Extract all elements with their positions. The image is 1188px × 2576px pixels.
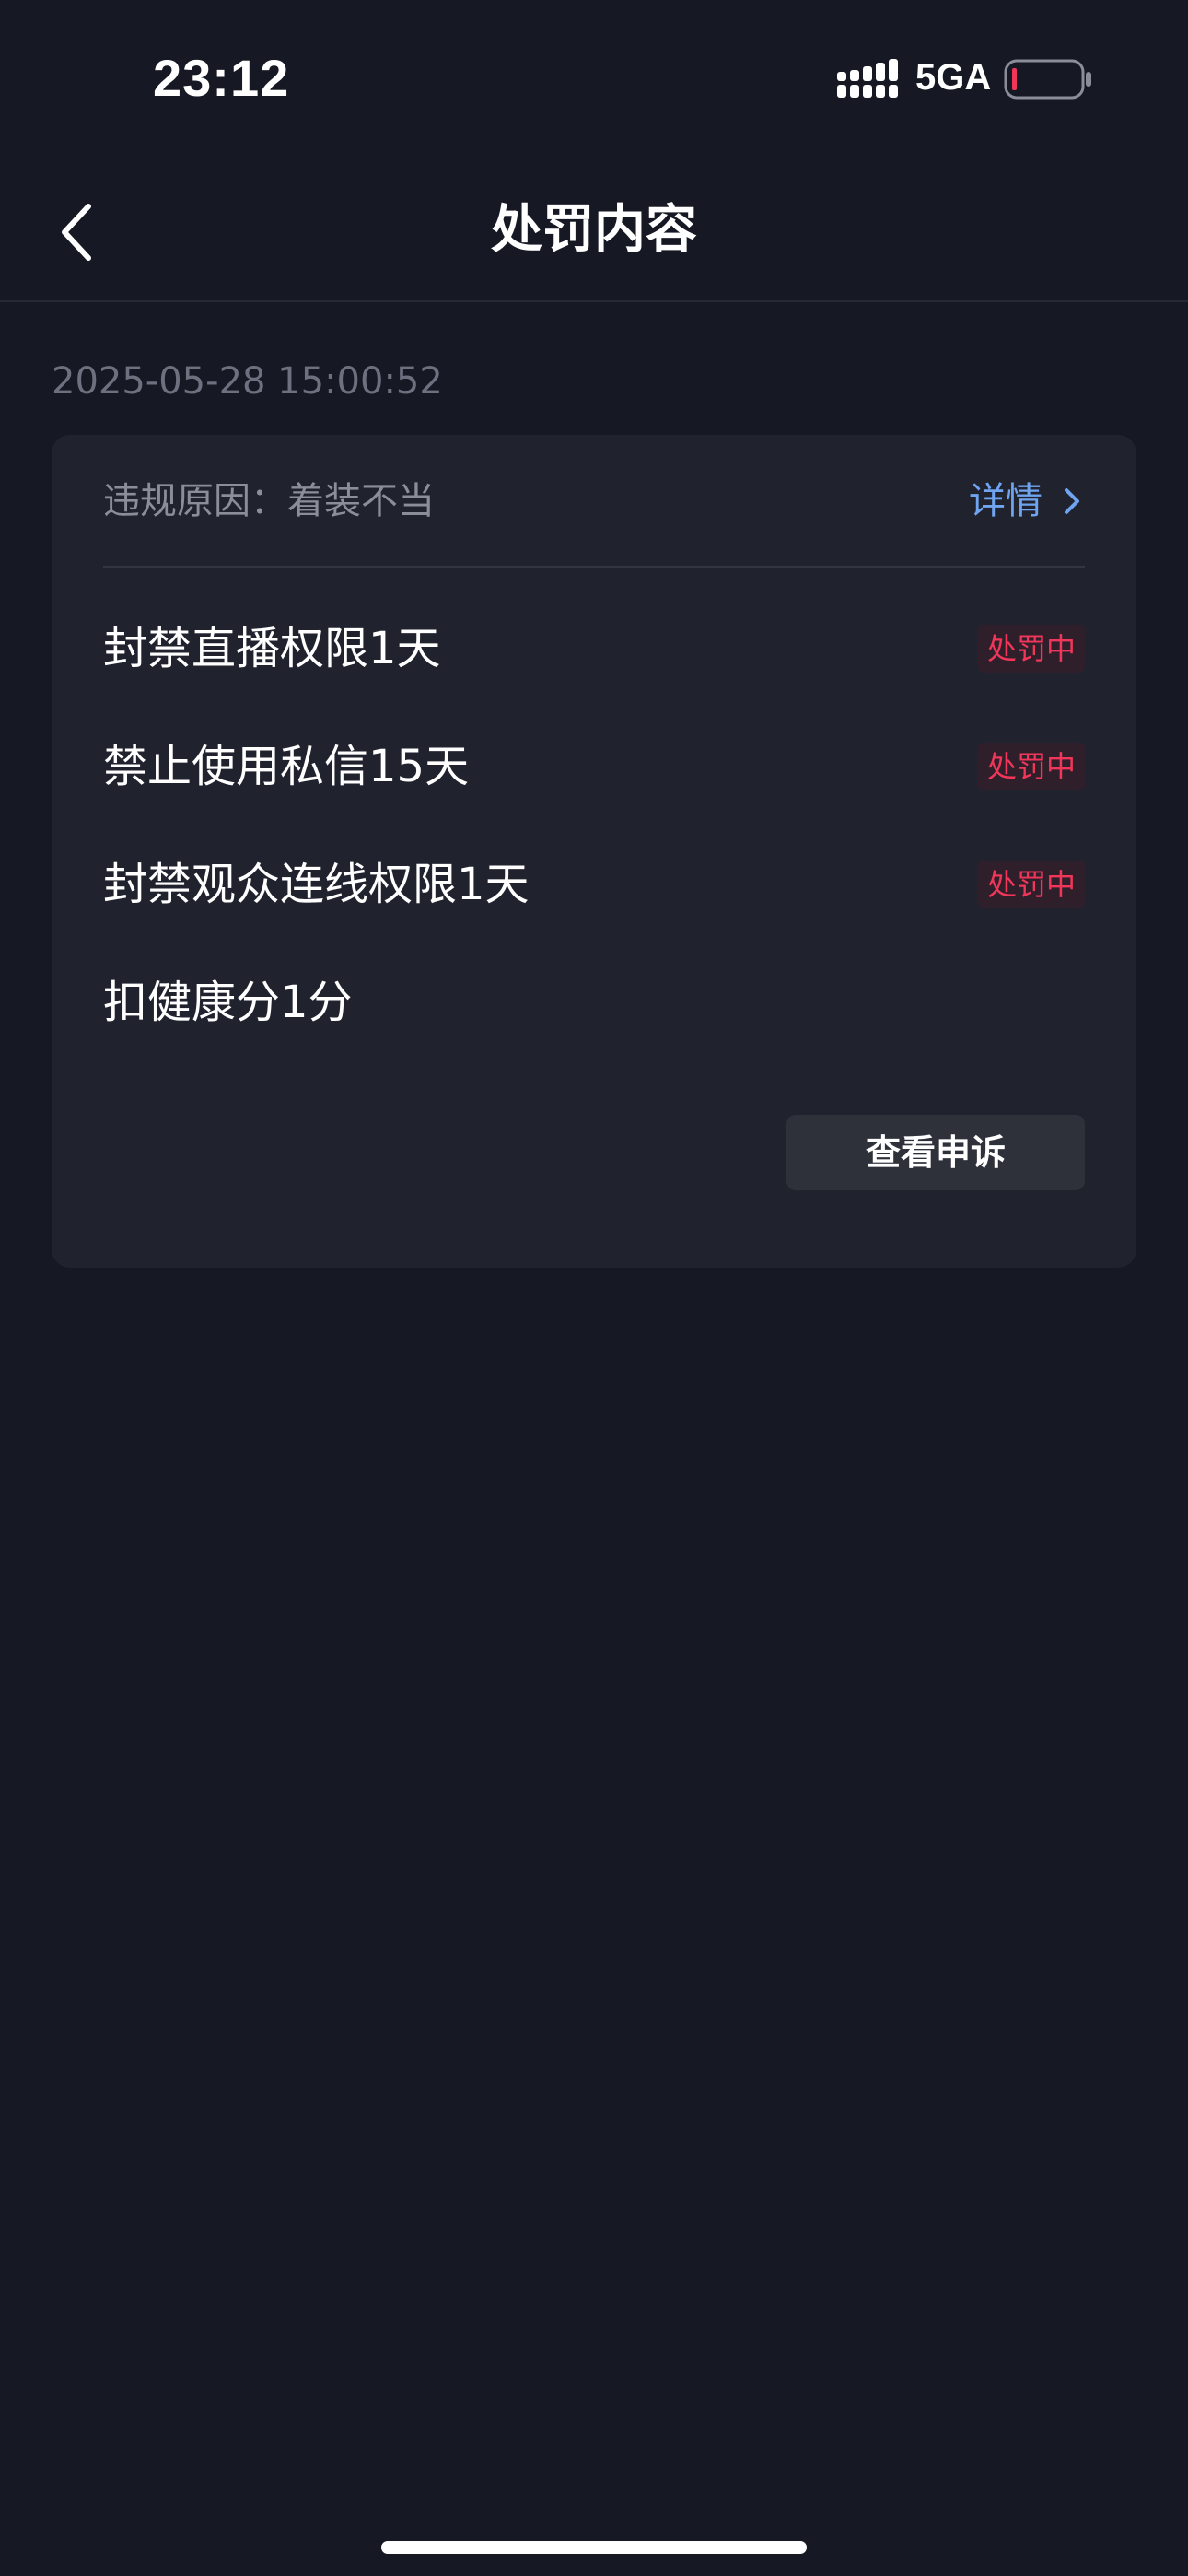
penalty-item: 禁止使用私信15天 处罚中	[103, 730, 1085, 803]
view-appeal-button[interactable]: 查看申诉	[786, 1115, 1085, 1190]
status-time: 23:12	[153, 49, 290, 107]
violation-reason-row: 违规原因：着装不当 详情	[103, 435, 1085, 568]
penalty-label: 扣健康分1分	[103, 977, 353, 1028]
status-bar: 23:12 5GA	[0, 0, 1188, 157]
penalty-status-badge: 处罚中	[977, 743, 1085, 790]
penalty-label: 封禁观众连线权限1天	[103, 859, 530, 910]
penalty-item: 封禁直播权限1天 处罚中	[103, 612, 1085, 685]
penalty-label: 封禁直播权限1天	[103, 623, 441, 674]
detail-label: 详情	[969, 480, 1042, 522]
home-indicator[interactable]	[381, 2541, 807, 2554]
penalty-status-badge: 处罚中	[977, 861, 1085, 908]
battery-low-icon	[1004, 59, 1091, 100]
signal-bars-icon	[837, 59, 898, 98]
chevron-right-icon	[1065, 488, 1079, 514]
nav-bar: 处罚内容	[0, 157, 1188, 302]
violation-reason: 违规原因：着装不当	[103, 480, 435, 522]
penalty-card: 违规原因：着装不当 详情 封禁直播权限1天 处罚中 禁止使用私信15天 处罚中 …	[52, 435, 1136, 1268]
penalty-content-screen: 23:12 5GA 处罚内容 2025-05-28 15:00:52 违规原因：…	[0, 0, 1188, 2576]
detail-link[interactable]: 详情	[969, 475, 1085, 527]
penalty-item: 封禁观众连线权限1天 处罚中	[103, 848, 1085, 921]
network-label: 5GA	[915, 57, 992, 98]
penalty-status-badge: 处罚中	[977, 625, 1085, 673]
penalty-timestamp: 2025-05-28 15:00:52	[52, 360, 443, 403]
page-title: 处罚内容	[491, 200, 697, 260]
penalty-label: 禁止使用私信15天	[103, 741, 470, 792]
penalty-item: 扣健康分1分	[103, 966, 1085, 1039]
